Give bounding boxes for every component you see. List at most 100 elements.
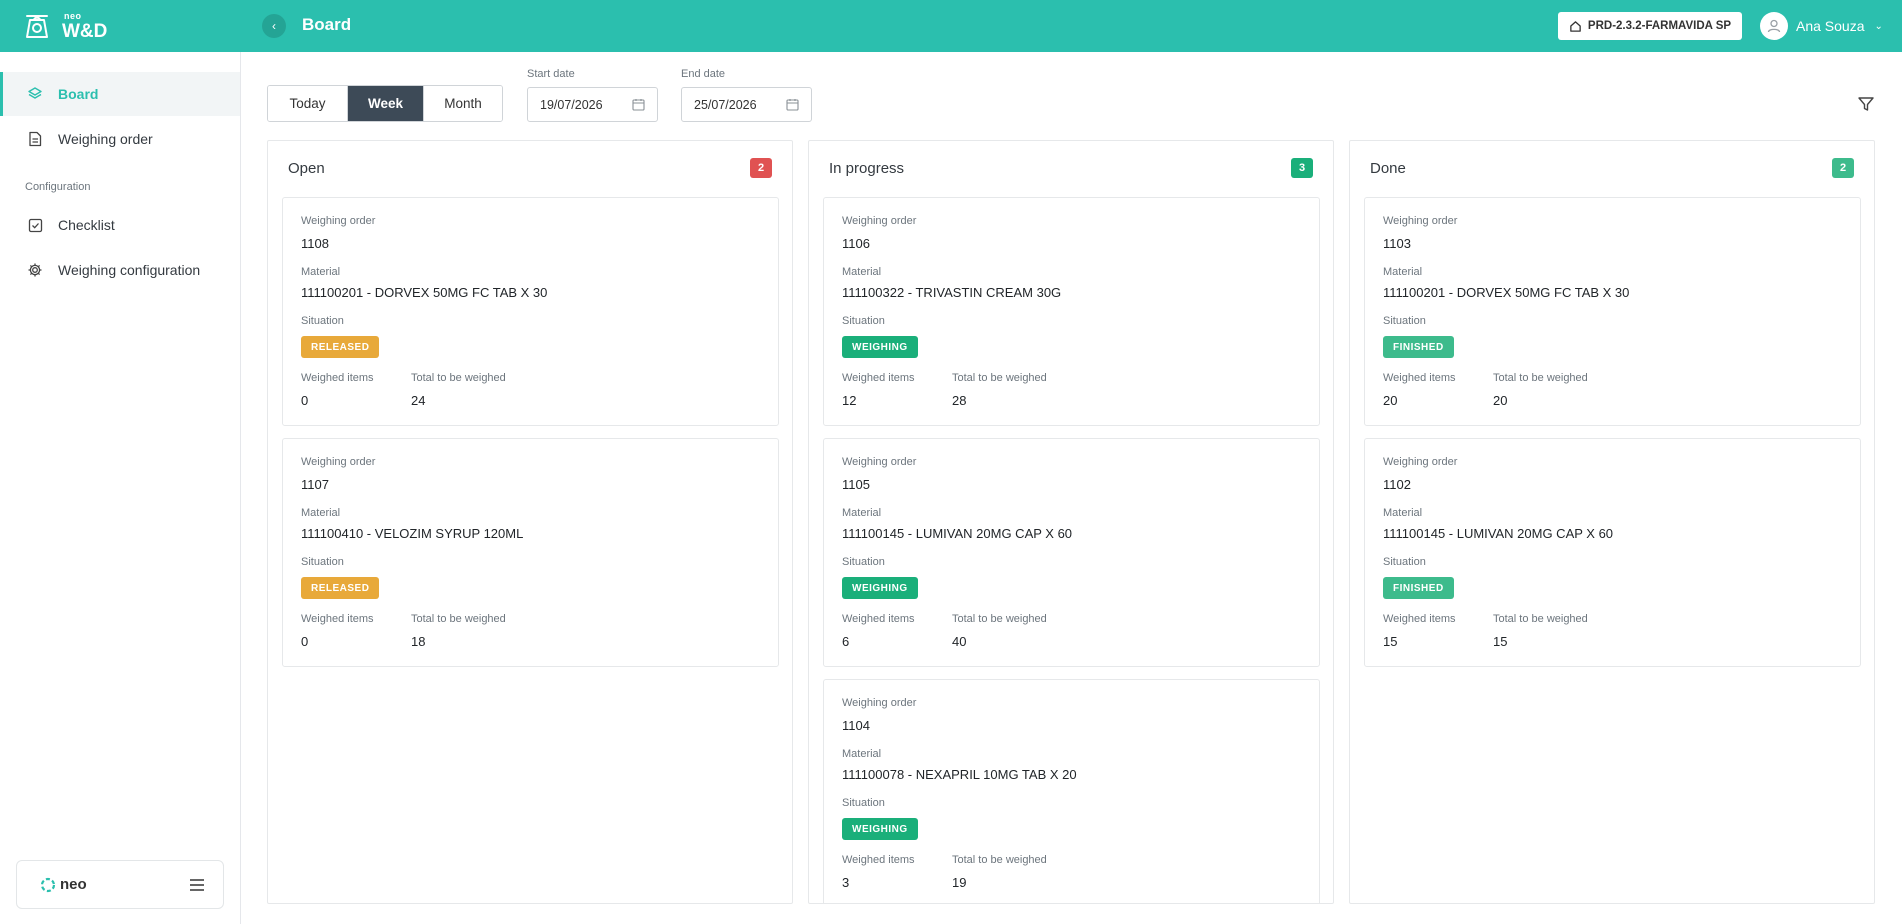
total-value: 24 [411,393,426,408]
sidebar-item-board[interactable]: Board [0,72,240,116]
situation-label: Situation [842,315,885,327]
order-label: Weighing order [1383,215,1458,227]
order-number: 1102 [1383,477,1411,492]
column-title: In progress [829,160,905,177]
neo-logo: neo [39,876,87,894]
order-label: Weighing order [1383,456,1458,468]
weighed-items-value: 0 [301,634,309,649]
period-selector: Today Week Month [267,85,503,122]
gear-icon [26,261,44,279]
weighed-items-label: Weighed items [842,372,915,384]
top-bar: neo W&D ‹ Board PRD-2.3.2-FARMAVIDA SP A… [0,0,1902,52]
situation-label: Situation [842,556,885,568]
weighed-items-value: 0 [301,393,309,408]
checkbox-icon [26,216,44,234]
weighing-order-card[interactable]: Weighing order 1107 Material 111100410 -… [282,438,779,667]
weighed-items-value: 20 [1383,393,1398,408]
order-label: Weighing order [842,215,917,227]
weighed-items-value: 6 [842,634,850,649]
material-label: Material [301,266,341,278]
total-label: Total to be weighed [952,854,1047,866]
situation-label: Situation [301,315,344,327]
total-label: Total to be weighed [1493,613,1588,625]
material-value: 111100078 - NEXAPRIL 10MG TAB X 20 [842,767,1077,782]
weighed-items-value: 3 [842,875,850,890]
material-label: Material [1383,507,1423,519]
total-label: Total to be weighed [411,613,506,625]
chevron-down-icon: ⌄ [1874,20,1883,32]
collapse-sidebar-button[interactable]: ‹ [262,14,286,38]
total-label: Total to be weighed [952,613,1047,625]
sidebar-item-weighing-order[interactable]: Weighing order [0,117,240,161]
material-value: 111100145 - LUMIVAN 20MG CAP X 60 [1383,526,1614,541]
weighing-order-card[interactable]: Weighing order 1106 Material 111100322 -… [823,197,1320,426]
material-value: 111100201 - DORVEX 50MG FC TAB X 30 [301,285,548,300]
weighing-order-card[interactable]: Weighing order 1105 Material 111100145 -… [823,438,1320,667]
user-menu[interactable]: Ana Souza ⌄ [1760,12,1883,40]
order-label: Weighing order [842,697,917,709]
order-number: 1107 [301,477,329,492]
app-logo[interactable]: neo W&D [22,10,107,42]
total-label: Total to be weighed [411,372,506,384]
avatar [1760,12,1788,40]
total-value: 18 [411,634,426,649]
document-icon [26,130,44,148]
order-label: Weighing order [301,456,376,468]
calendar-icon [786,99,799,111]
scale-logo-icon [26,15,48,38]
material-label: Material [1383,266,1423,278]
material-value: 111100145 - LUMIVAN 20MG CAP X 60 [842,526,1073,541]
period-month-button[interactable]: Month [423,86,502,121]
filter-icon[interactable] [1857,95,1875,113]
weighing-order-card[interactable]: Weighing order 1104 Material 111100078 -… [823,679,1320,903]
order-label: Weighing order [301,215,376,227]
start-date-value: 19/07/2026 [540,97,603,112]
environment-button[interactable]: PRD-2.3.2-FARMAVIDA SP [1558,12,1742,40]
sidebar-item-weighing-configuration[interactable]: Weighing configuration [0,248,240,292]
total-label: Total to be weighed [1493,372,1588,384]
order-number: 1103 [1383,236,1411,251]
situation-label: Situation [842,797,885,809]
weighing-order-card[interactable]: Weighing order 1102 Material 111100145 -… [1364,438,1861,667]
end-date-input[interactable]: 25/07/2026 [681,87,812,122]
column-count-badge: 2 [750,158,772,178]
sidebar-item-label: Weighing configuration [58,262,201,278]
order-number: 1108 [301,236,329,251]
sidebar-item-label: Weighing order [58,131,153,147]
total-label: Total to be weighed [952,372,1047,384]
sidebar-item-label: Checklist [58,217,115,233]
period-today-button[interactable]: Today [268,86,347,121]
material-label: Material [301,507,341,519]
weighing-order-card[interactable]: Weighing order 1108 Material 111100201 -… [282,197,779,426]
hamburger-menu-icon[interactable] [189,878,205,891]
calendar-icon [632,99,645,111]
weighed-items-label: Weighed items [301,372,374,384]
sidebar-item-checklist[interactable]: Checklist [0,203,240,247]
status-badge: WEIGHING [842,336,918,358]
situation-label: Situation [1383,556,1426,568]
total-value: 15 [1493,634,1508,649]
column-open: Open 2 Weighing order 1108 Material 1111… [267,140,793,904]
column-done: Done 2 Weighing order 1103 Material 1111… [1349,140,1875,904]
user-name: Ana Souza [1796,18,1865,34]
start-date-input[interactable]: 19/07/2026 [527,87,658,122]
column-in-progress: In progress 3 Weighing order 1106 Materi… [808,140,1334,904]
end-date-value: 25/07/2026 [694,97,757,112]
neo-footer: neo [16,860,224,909]
column-title: Open [288,160,325,177]
material-value: 111100201 - DORVEX 50MG FC TAB X 30 [1383,285,1630,300]
environment-label: PRD-2.3.2-FARMAVIDA SP [1587,20,1732,32]
weighing-order-card[interactable]: Weighing order 1103 Material 111100201 -… [1364,197,1861,426]
column-count-badge: 2 [1832,158,1854,178]
material-label: Material [842,507,882,519]
period-week-button[interactable]: Week [347,86,423,121]
start-date-label: Start date [527,68,575,80]
weighed-items-label: Weighed items [1383,372,1456,384]
weighed-items-label: Weighed items [842,613,915,625]
total-value: 28 [952,393,967,408]
neo-logo-text: neo [60,876,87,893]
situation-label: Situation [301,556,344,568]
column-count-badge: 3 [1291,158,1313,178]
material-value: 111100322 - TRIVASTIN CREAM 30G [842,285,1062,300]
page-title: Board [302,15,352,34]
